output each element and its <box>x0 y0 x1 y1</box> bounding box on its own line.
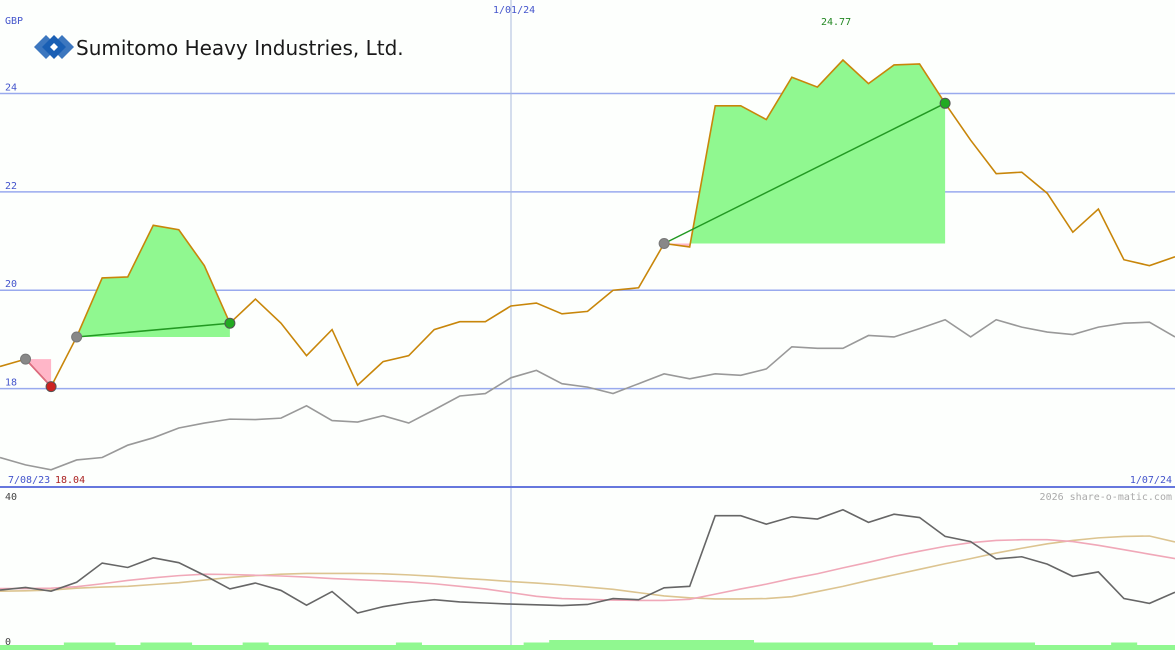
buy-point-1 <box>71 331 83 343</box>
volume-bar <box>906 642 933 650</box>
volume-bar <box>191 645 218 650</box>
volume-bar <box>957 642 984 650</box>
date-label-start: 7/08/23 <box>8 475 50 486</box>
volume-bar <box>319 645 346 650</box>
buy-point-2 <box>658 238 670 249</box>
volume-bar <box>89 642 116 650</box>
volume-bar <box>12 645 39 650</box>
volume-bar <box>676 640 703 650</box>
y-tick-label-18: 18 <box>5 378 17 389</box>
volume-bar <box>651 640 678 650</box>
date-label-end: 1/07/24 <box>1130 475 1172 486</box>
volume-bar <box>421 645 448 650</box>
volume-bar <box>1162 645 1175 650</box>
price-chart-svg: 18 20 22 24 Sumitomo Heavy Industries, Ltd.… <box>0 0 1175 650</box>
sell-point-2 <box>939 97 951 109</box>
oscillator-bottom-label: 0 <box>5 637 11 648</box>
buy-point-0 <box>20 353 32 365</box>
low-value-label: 18.04 <box>55 475 85 486</box>
y-tick-label-20: 20 <box>5 279 17 290</box>
volume-bar <box>370 645 397 650</box>
volume-bar <box>600 640 627 650</box>
volume-bar <box>293 645 320 650</box>
volume-bar <box>523 642 550 650</box>
volume-bar <box>395 642 422 650</box>
volume-bar <box>983 642 1010 650</box>
volume-bar <box>779 642 806 650</box>
date-label-mid: 1/01/24 <box>493 5 535 16</box>
sell-point-1 <box>224 317 236 329</box>
currency-label: GBP <box>5 16 23 27</box>
volume-bar <box>140 642 167 650</box>
volume-bar <box>498 645 525 650</box>
volume-bar <box>549 640 576 650</box>
volume-bar <box>830 642 857 650</box>
company-name: Sumitomo Heavy Industries, Ltd. <box>76 36 404 60</box>
volume-bar <box>625 640 652 650</box>
y-tick-label-24: 24 <box>5 82 17 93</box>
volume-bar <box>114 645 141 650</box>
watermark: 2026 share-o-matic.com <box>1040 492 1172 503</box>
chart-panel: 18 20 22 24 Sumitomo Heavy Industries, Ltd.… <box>0 0 1175 650</box>
volume-bar <box>881 642 908 650</box>
high-value-label: 24.77 <box>821 17 851 28</box>
volume-bar <box>447 645 474 650</box>
volume-bar <box>242 642 269 650</box>
volume-bar <box>702 640 729 650</box>
volume-bar <box>217 645 244 650</box>
volume-bar <box>1085 645 1112 650</box>
oscillator-top-label: 40 <box>5 492 17 503</box>
volume-bar <box>574 640 601 650</box>
sell-point-0 <box>45 381 57 393</box>
volume-bar <box>1111 642 1138 650</box>
y-tick-label-22: 22 <box>5 181 17 192</box>
volume-bar <box>727 640 755 650</box>
volume-bar <box>268 645 295 650</box>
volume-bar <box>472 645 499 650</box>
volume-bar <box>855 642 882 650</box>
volume-bar <box>1060 645 1087 650</box>
volume-bar <box>753 642 780 650</box>
volume-bar <box>63 642 90 650</box>
volume-bar <box>344 645 371 650</box>
volume-bar <box>804 642 831 650</box>
volume-bar <box>166 642 193 650</box>
volume-bar <box>1008 642 1036 650</box>
volume-bar <box>38 645 65 650</box>
volume-bar <box>1034 645 1061 650</box>
brand-logo: Sumitomo Heavy Industries, Ltd. <box>34 35 404 60</box>
volume-bar <box>1136 645 1163 650</box>
volume-bar <box>932 645 959 650</box>
